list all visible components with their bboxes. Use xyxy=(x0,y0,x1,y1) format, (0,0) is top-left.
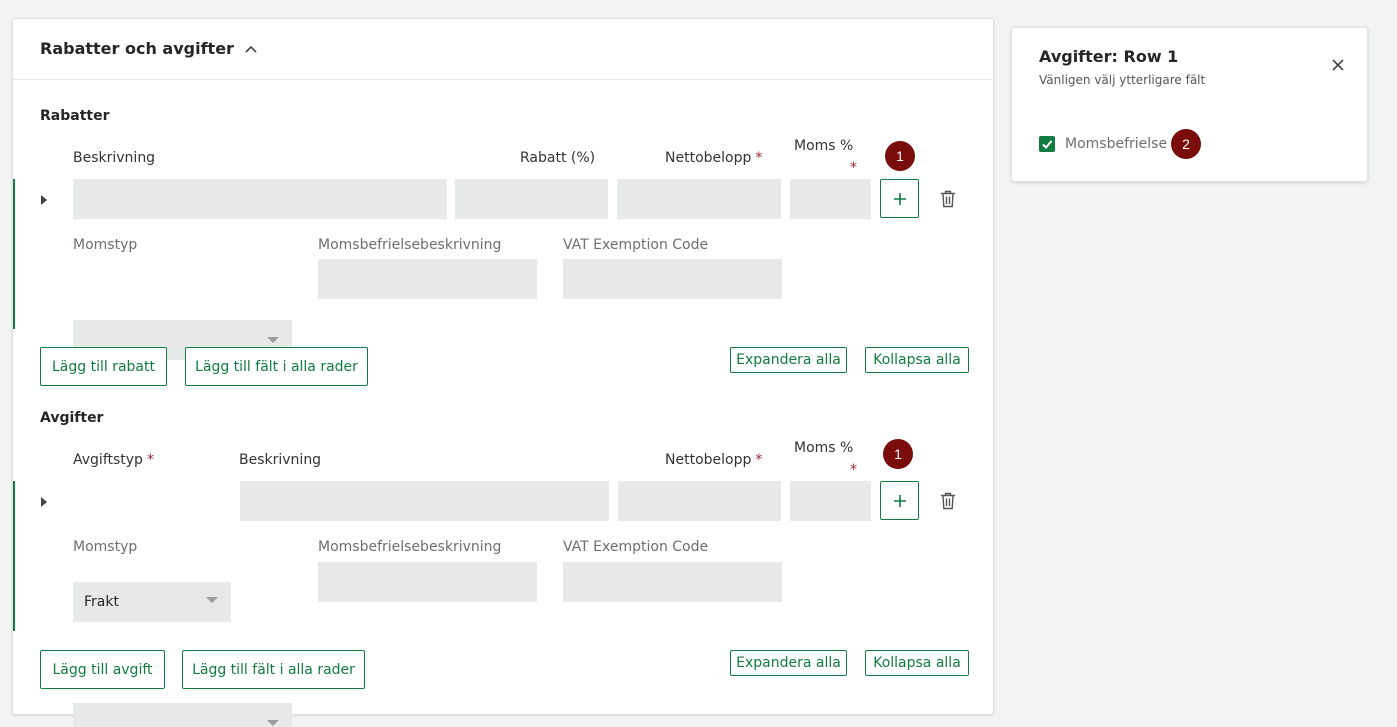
discount-header-vat: Moms % xyxy=(794,138,854,154)
expand-all-button[interactable]: Expandera alla xyxy=(730,347,847,373)
expand-all-button[interactable]: Expandera alla xyxy=(730,650,847,676)
vat-type-select[interactable] xyxy=(73,703,292,727)
add-field-all-rows-button[interactable]: Lägg till fält i alla rader xyxy=(182,650,365,689)
vat-required-mark: * xyxy=(850,160,857,176)
exemption-desc-label: Momsbefrielsebeskrivning xyxy=(318,237,502,253)
add-field-all-rows-button[interactable]: Lägg till fält i alla rader xyxy=(185,347,368,386)
fees-title: Avgifter xyxy=(40,410,104,426)
chevron-down-icon xyxy=(267,337,279,343)
fee-type-select[interactable]: Frakt xyxy=(73,582,231,622)
section-title[interactable]: Rabatter och avgifter xyxy=(40,39,258,58)
vat-type-label: Momstyp xyxy=(73,237,138,253)
fee-type-value: Frakt xyxy=(84,594,119,610)
required-mark: * xyxy=(755,452,763,468)
required-mark: * xyxy=(146,452,154,468)
discount-header-description: Beskrivning xyxy=(73,150,156,166)
exemption-desc-label: Momsbefrielsebeskrivning xyxy=(318,539,502,555)
fee-net-input[interactable] xyxy=(618,481,781,521)
discount-header-net: Nettobelopp * xyxy=(665,150,762,166)
fee-header-net: Nettobelopp * xyxy=(665,452,762,468)
step-badge: 1 xyxy=(885,141,915,171)
plus-icon xyxy=(893,192,906,205)
add-discount-button[interactable]: Lägg till rabatt xyxy=(40,347,167,386)
exemption-code-label: VAT Exemption Code xyxy=(563,237,709,253)
step-badge: 2 xyxy=(1171,129,1201,159)
fee-vat-input[interactable] xyxy=(790,481,871,521)
row-indicator xyxy=(13,179,15,329)
add-field-button[interactable] xyxy=(880,481,919,520)
add-fee-button[interactable]: Lägg till avgift xyxy=(40,650,165,689)
collapse-all-button[interactable]: Kollapsa alla xyxy=(865,347,969,373)
net-label: Nettobelopp xyxy=(665,150,752,166)
chevron-down-icon xyxy=(206,597,218,603)
discount-vat-input[interactable] xyxy=(790,179,871,219)
trash-icon xyxy=(941,492,955,510)
exemption-desc-input[interactable] xyxy=(318,562,537,602)
vat-type-label: Momstyp xyxy=(73,539,138,555)
fee-type-label: Avgiftstyp xyxy=(73,452,143,468)
discount-percent-input[interactable] xyxy=(455,179,608,219)
chevron-down-icon xyxy=(267,720,279,726)
fee-header-description: Beskrivning xyxy=(239,452,322,468)
expand-row-icon[interactable] xyxy=(41,497,47,507)
vat-exemption-checkbox[interactable] xyxy=(1039,136,1055,152)
discount-header-percent: Rabatt (%) xyxy=(520,150,596,166)
exemption-desc-input[interactable] xyxy=(318,259,537,299)
discount-description-input[interactable] xyxy=(73,179,447,219)
row-indicator xyxy=(13,481,15,631)
checkmark-icon xyxy=(1042,140,1053,149)
add-fields-panel: Avgifter: Row 1 Vänligen välj ytterligar… xyxy=(1011,27,1368,182)
exemption-code-label: VAT Exemption Code xyxy=(563,539,709,555)
expand-row-icon[interactable] xyxy=(41,195,47,205)
vat-required-mark: * xyxy=(850,462,857,478)
delete-row-button[interactable] xyxy=(940,492,956,514)
step-badge: 1 xyxy=(883,439,913,469)
vat-exemption-label[interactable]: Momsbefrielse xyxy=(1065,136,1167,152)
exemption-code-input[interactable] xyxy=(563,562,782,602)
net-label: Nettobelopp xyxy=(665,452,752,468)
exemption-code-input[interactable] xyxy=(563,259,782,299)
card-header[interactable]: Rabatter och avgifter xyxy=(13,19,993,80)
fee-description-input[interactable] xyxy=(240,481,609,521)
section-title-text: Rabatter och avgifter xyxy=(40,39,234,58)
add-field-button[interactable] xyxy=(880,179,919,218)
close-icon[interactable] xyxy=(1331,58,1345,72)
delete-row-button[interactable] xyxy=(940,190,956,212)
plus-icon xyxy=(893,494,906,507)
fee-header-vat: Moms % xyxy=(794,440,854,456)
collapse-all-button[interactable]: Kollapsa alla xyxy=(865,650,969,676)
chevron-up-icon[interactable] xyxy=(244,42,258,56)
discounts-fees-card: Rabatter och avgifter Rabatter Beskrivni… xyxy=(12,18,994,727)
panel-title: Avgifter: Row 1 xyxy=(1039,47,1179,66)
discounts-title: Rabatter xyxy=(40,108,110,124)
required-mark: * xyxy=(755,150,763,166)
trash-icon xyxy=(941,190,955,208)
fee-header-type: Avgiftstyp * xyxy=(73,452,154,468)
discount-net-input[interactable] xyxy=(617,179,781,219)
panel-subtitle: Vänligen välj ytterligare fält xyxy=(1039,73,1206,87)
